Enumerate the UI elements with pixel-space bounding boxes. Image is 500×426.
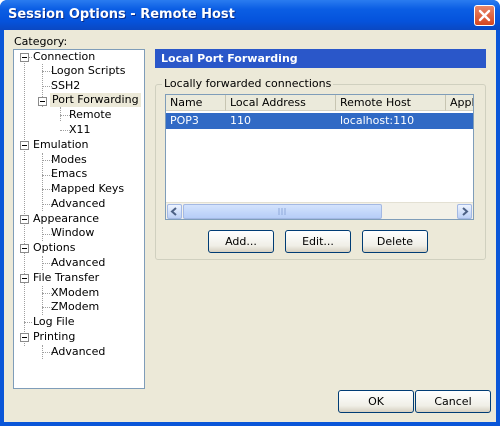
cancel-button[interactable]: Cancel (415, 390, 491, 413)
add-button[interactable]: Add... (208, 230, 274, 253)
category-label: Category: (14, 35, 68, 48)
ok-button[interactable]: OK (338, 390, 414, 413)
tree-collapse-icon[interactable] (20, 141, 29, 150)
close-button[interactable] (474, 5, 495, 26)
delete-button[interactable]: Delete (362, 230, 428, 253)
tree-item-options-advanced[interactable]: Advanced (51, 256, 105, 270)
tree-item-ssh2[interactable]: SSH2 (51, 79, 80, 93)
tree-item-appearance[interactable]: Appearance (33, 212, 99, 226)
tree-line (24, 57, 25, 346)
edit-button[interactable]: Edit... (285, 230, 351, 253)
cell-remote-host: localhost:110 (340, 114, 415, 127)
title-bar[interactable]: Session Options - Remote Host (0, 0, 500, 30)
dialog-window: Session Options - Remote Host Category: (0, 0, 500, 426)
scroll-right-button[interactable] (457, 204, 472, 219)
forwarded-connections-group: Locally forwarded connections Name Local… (155, 77, 486, 260)
scroll-thumb[interactable] (183, 204, 382, 219)
scroll-grip-icon (278, 208, 286, 215)
cell-local-address: 110 (230, 114, 251, 127)
tree-item-file-transfer[interactable]: File Transfer (33, 271, 99, 285)
scroll-left-arrow-icon (170, 207, 177, 216)
panel-header: Local Port Forwarding (155, 49, 486, 68)
tree-item-printing[interactable]: Printing (33, 330, 75, 344)
dialog-body: Category: Connection Logon Scripts SSH2 … (4, 30, 496, 422)
tree-collapse-icon[interactable] (20, 274, 29, 283)
tree-item-mapped-keys[interactable]: Mapped Keys (51, 182, 124, 196)
tree-line (42, 153, 43, 211)
tree-item-remote[interactable]: Remote (69, 108, 111, 122)
horizontal-scrollbar[interactable] (166, 202, 473, 219)
tree-item-modes[interactable]: Modes (51, 153, 87, 167)
tree-item-connection[interactable]: Connection (33, 50, 95, 64)
tree-line (60, 107, 61, 121)
connections-list[interactable]: Name Local Address Remote Host Appli POP… (165, 94, 474, 220)
tree-collapse-icon[interactable] (20, 244, 29, 253)
tree-line (24, 322, 32, 323)
column-header-local-address[interactable]: Local Address (226, 95, 336, 111)
tree-line (42, 286, 43, 315)
tree-item-window[interactable]: Window (51, 226, 94, 240)
tree-collapse-icon[interactable] (20, 53, 29, 62)
group-label: Locally forwarded connections (162, 77, 334, 90)
tree-item-emacs[interactable]: Emacs (51, 167, 87, 181)
tree-item-printing-advanced[interactable]: Advanced (51, 345, 105, 359)
window-title: Session Options - Remote Host (8, 7, 235, 22)
table-row[interactable]: POP3 110 localhost:110 (166, 113, 473, 129)
cell-name: POP3 (170, 114, 199, 127)
tree-item-zmodem[interactable]: ZModem (51, 300, 99, 314)
column-header-name[interactable]: Name (166, 95, 226, 111)
tree-item-logon-scripts[interactable]: Logon Scripts (51, 64, 125, 78)
tree-item-x11[interactable]: X11 (69, 123, 91, 137)
tree-collapse-icon[interactable] (20, 333, 29, 342)
tree-item-port-forwarding[interactable]: Port Forwarding (50, 93, 141, 107)
tree-item-log-file[interactable]: Log File (33, 315, 75, 329)
close-icon (478, 9, 491, 22)
tree-collapse-icon[interactable] (20, 215, 29, 224)
tree-item-xmodem[interactable]: XModem (51, 286, 99, 300)
category-tree[interactable]: Connection Logon Scripts SSH2 Port Forwa… (13, 49, 145, 389)
scroll-left-button[interactable] (167, 204, 182, 219)
tree-item-emulation-advanced[interactable]: Advanced (51, 197, 105, 211)
tree-collapse-icon[interactable] (38, 97, 47, 106)
column-header-remote-host[interactable]: Remote Host (336, 95, 446, 111)
column-header-application[interactable]: Appli (446, 95, 473, 111)
scroll-right-arrow-icon (462, 207, 469, 216)
tree-item-options[interactable]: Options (33, 241, 75, 255)
tree-item-emulation[interactable]: Emulation (33, 138, 89, 152)
